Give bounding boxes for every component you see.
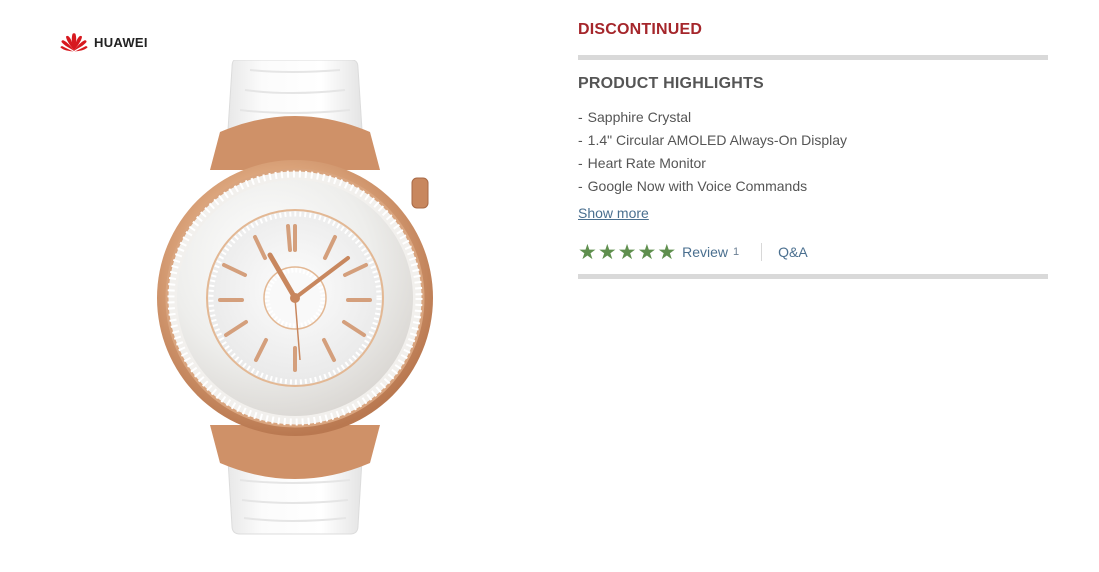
- star-icon: ★: [617, 240, 637, 264]
- highlight-item: - Sapphire Crystal: [578, 109, 692, 125]
- huawei-petal-icon: [60, 33, 88, 52]
- product-image[interactable]: [140, 60, 450, 535]
- vertical-divider: [761, 243, 763, 261]
- star-icon: ★: [657, 240, 677, 264]
- highlight-item: -1.4" Circular AMOLED Always-On Display: [578, 132, 848, 148]
- brand-name: HUAWEI: [94, 34, 148, 50]
- review-count: 1: [733, 246, 740, 258]
- star-rating[interactable]: ★ ★ ★ ★ ★: [578, 240, 676, 264]
- smartwatch-illustration: [157, 60, 433, 535]
- star-icon: ★: [597, 240, 617, 264]
- review-link[interactable]: Review: [682, 244, 728, 260]
- status-label: DISCONTINUED: [578, 21, 703, 38]
- qa-link[interactable]: Q&A: [778, 244, 808, 260]
- highlight-item: - Google Now with Voice Commands: [578, 178, 808, 194]
- highlights-title: PRODUCT HIGHLIGHTS: [578, 75, 764, 92]
- review-row: ★ ★ ★ ★ ★ Review 1 Q&A: [578, 240, 808, 264]
- highlights-list: - Sapphire Crystal -1.4" Circular AMOLED …: [578, 106, 847, 198]
- brand-logo[interactable]: HUAWEI: [59, 31, 148, 53]
- show-more-link[interactable]: Show more: [578, 205, 649, 221]
- divider: [578, 55, 1048, 60]
- divider: [578, 274, 1048, 279]
- star-icon: ★: [637, 240, 657, 264]
- star-icon: ★: [578, 240, 597, 264]
- highlight-item: - Heart Rate Monitor: [578, 155, 706, 171]
